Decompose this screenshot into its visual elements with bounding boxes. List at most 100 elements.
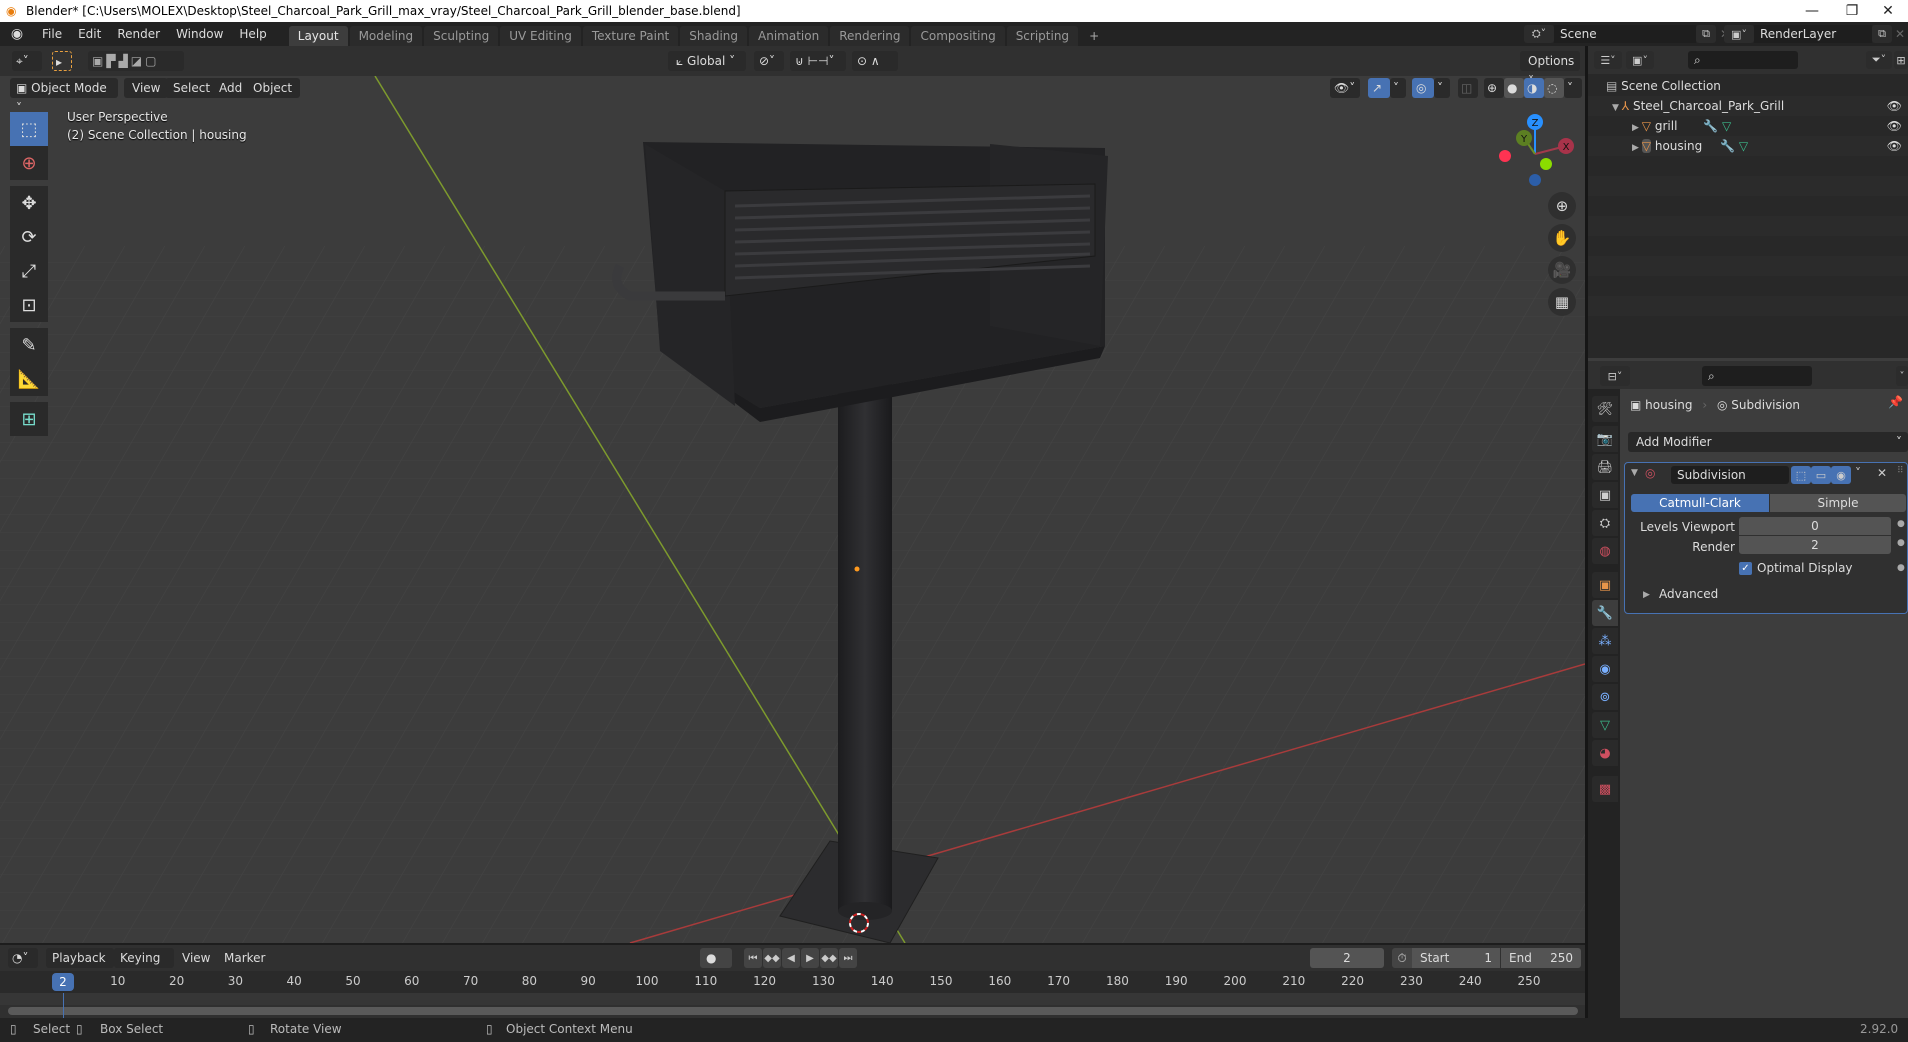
tab-texture[interactable]: ▩	[1592, 776, 1618, 802]
timeline-scrollbar[interactable]	[8, 1007, 1578, 1015]
properties-editor-type-icon[interactable]: ⊟˅	[1600, 366, 1630, 386]
tab-layout[interactable]: Layout	[288, 26, 348, 46]
3d-viewport[interactable]: Z X Y ⌖˅ ▸ ▣▛▟◪▢ ⟀ Global ˅ ⊘˅ ⊍ ⊢⊣˅ ⊙ ∧…	[0, 46, 1585, 943]
tool-add-cube[interactable]: ⊞	[10, 402, 48, 436]
keyframe-track[interactable]	[0, 993, 1585, 1005]
start-frame-field[interactable]: Start 1	[1412, 948, 1500, 968]
tool-select-box[interactable]: ⬚	[10, 112, 48, 146]
tab-material[interactable]: ◕	[1592, 740, 1618, 766]
view-layer-icon[interactable]: ▣˅	[1724, 25, 1754, 43]
keyframe-dot-icon[interactable]: ●	[1897, 538, 1905, 548]
tab-tool[interactable]: 🛠	[1592, 396, 1618, 422]
play-button[interactable]: ▶	[801, 948, 819, 968]
tab-physics[interactable]: ◉	[1592, 656, 1618, 682]
ortho-toggle-button[interactable]: ▦	[1548, 288, 1576, 316]
overlays-toggle[interactable]: ◎	[1412, 78, 1434, 98]
panel-collapse-arrow-icon[interactable]: ▼	[1631, 468, 1638, 478]
frame-ruler[interactable]: 0102030405060708090100110120130140150160…	[0, 971, 1585, 993]
tab-modifiers[interactable]: 🔧	[1592, 600, 1618, 626]
timeline-editor-type-icon[interactable]: ◔˅	[8, 948, 38, 968]
menu-help[interactable]: Help	[231, 22, 274, 46]
outliner-view-layer-icon[interactable]: ▣˅	[1626, 51, 1654, 69]
modifier-wrench-icon[interactable]: 🔧	[1720, 139, 1735, 153]
mode-dropdown[interactable]: ▣ Object Mode ˅	[10, 78, 118, 115]
outliner-search-input[interactable]: ⌕	[1688, 51, 1798, 69]
mesh-data-icon[interactable]: ▽	[1735, 139, 1748, 153]
options-dropdown[interactable]: Options ˅	[1520, 51, 1580, 88]
tab-particles[interactable]: ⁂	[1592, 628, 1618, 654]
keyframe-dot-icon[interactable]: ●	[1897, 519, 1905, 529]
zoom-view-button[interactable]: ⊕	[1548, 192, 1576, 220]
visibility-eye-icon[interactable]: 👁	[1887, 136, 1902, 156]
new-collection-icon[interactable]: ⊞	[1894, 51, 1908, 69]
tool-cursor[interactable]: ⊕	[10, 146, 48, 180]
edit-mode-toggle[interactable]: ⬚	[1791, 466, 1811, 484]
view-layer-name-field[interactable]: RenderLayer	[1754, 25, 1872, 43]
timeline-menu-marker[interactable]: Marker	[224, 951, 265, 965]
menu-window[interactable]: Window	[168, 22, 231, 46]
new-view-layer-icon[interactable]: ⧉	[1872, 25, 1892, 43]
prev-keyframe-button[interactable]: ◆◆	[763, 948, 781, 968]
menu-object[interactable]: Object	[245, 78, 301, 98]
current-frame-field[interactable]: 2	[1310, 948, 1384, 968]
tab-modeling[interactable]: Modeling	[349, 26, 423, 46]
expand-arrow-icon[interactable]: ▶	[1632, 143, 1642, 153]
expand-arrow-icon[interactable]: ▶	[1632, 123, 1642, 133]
shading-wireframe[interactable]: ⊕	[1484, 78, 1504, 98]
outliner-object-row[interactable]: ▶ ▽ housing 🔧 ▽ 👁	[1588, 136, 1908, 156]
tool-measure[interactable]: 📐	[10, 362, 48, 396]
viewport-display-toggle[interactable]: ▭	[1811, 466, 1831, 484]
shading-solid[interactable]: ●	[1504, 78, 1524, 98]
outliner-filter-icon[interactable]: ⏷˅	[1866, 51, 1892, 69]
visibility-eye-icon[interactable]: 👁	[1887, 96, 1902, 116]
render-levels-field[interactable]: 2	[1739, 536, 1891, 554]
tab-shading[interactable]: Shading	[680, 26, 747, 46]
tab-uv-editing[interactable]: UV Editing	[500, 26, 581, 46]
shading-dropdown[interactable]: ˅	[1564, 78, 1582, 98]
scene-icon[interactable]: ⛭˅	[1524, 25, 1554, 43]
tab-rendering[interactable]: Rendering	[830, 26, 910, 46]
transform-orientation-dropdown[interactable]: ⟀ Global ˅	[668, 51, 746, 71]
selection-mode-buttons[interactable]: ▣▛▟◪▢	[88, 51, 184, 71]
scene-name-field[interactable]: Scene	[1554, 25, 1696, 43]
tab-view-layer[interactable]: ▣	[1592, 482, 1618, 508]
properties-options-dropdown[interactable]: ˅	[1896, 366, 1908, 386]
tab-data[interactable]: ▽	[1592, 712, 1618, 738]
next-keyframe-button[interactable]: ◆◆	[820, 948, 838, 968]
close-window-button[interactable]: ✕	[1866, 0, 1908, 22]
viewport-scene[interactable]: Z X Y	[0, 46, 1585, 943]
advanced-subpanel-header[interactable]: Advanced	[1659, 587, 1718, 601]
visibility-dropdown[interactable]: 👁˅	[1330, 78, 1360, 98]
jump-end-button[interactable]: ⏭	[839, 948, 857, 968]
optimal-display-checkbox[interactable]: ✓	[1739, 562, 1752, 575]
drag-handle-icon[interactable]: ⠿	[1897, 466, 1904, 476]
playhead-frame-label[interactable]: 2	[52, 973, 74, 991]
editor-type-icon[interactable]: ⌖˅	[12, 51, 42, 71]
render-toggle[interactable]: ◉	[1831, 466, 1851, 484]
snap-toggle[interactable]: ⊍ ⊢⊣˅	[790, 51, 846, 71]
end-frame-field[interactable]: End 250	[1501, 948, 1581, 968]
outliner-collection-row[interactable]: ▼ ⅄ Steel_Charcoal_Park_Grill 👁	[1588, 96, 1908, 116]
remove-modifier-button[interactable]: ✕	[1877, 466, 1887, 480]
pivot-point-dropdown[interactable]: ⊘˅	[754, 51, 784, 71]
tab-scripting[interactable]: Scripting	[1006, 26, 1079, 46]
mesh-data-icon[interactable]: ▽	[1718, 119, 1731, 133]
pin-icon[interactable]: 📌	[1888, 395, 1903, 409]
modifier-menu-dropdown[interactable]: ˅	[1855, 466, 1861, 480]
tool-move[interactable]: ✥	[10, 186, 48, 220]
add-workspace-button[interactable]: +	[1080, 26, 1108, 46]
outliner-display-mode-icon[interactable]: ☰˅	[1594, 51, 1622, 69]
timeline-menu-view[interactable]: View	[182, 951, 210, 965]
tab-animation[interactable]: Animation	[749, 26, 829, 46]
tab-texture-paint[interactable]: Texture Paint	[582, 26, 679, 46]
pan-view-button[interactable]: ✋	[1548, 224, 1576, 252]
tab-compositing[interactable]: Compositing	[911, 26, 1005, 46]
levels-viewport-field[interactable]: 0	[1739, 517, 1891, 535]
properties-search-input[interactable]: ⌕	[1702, 366, 1812, 386]
overlays-dropdown[interactable]: ˅	[1434, 78, 1450, 98]
modifier-name-field[interactable]: Subdivision	[1671, 466, 1789, 484]
proportional-edit-toggle[interactable]: ⊙ ∧	[852, 51, 898, 71]
simple-option[interactable]: Simple	[1770, 494, 1906, 512]
menu-view[interactable]: View	[124, 78, 169, 98]
jump-start-button[interactable]: ⏮	[744, 948, 762, 968]
